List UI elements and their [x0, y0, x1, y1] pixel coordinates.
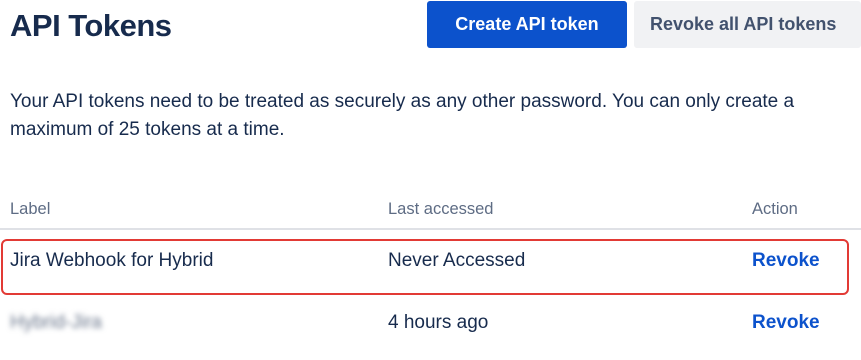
revoke-link[interactable]: Revoke	[752, 312, 820, 334]
table-row: Hybrid-Jira 4 hours ago Revoke	[0, 292, 861, 354]
token-last-accessed: Never Accessed	[388, 250, 526, 271]
column-header-label: Label	[10, 200, 51, 218]
column-header-last-accessed: Last accessed	[388, 200, 494, 218]
token-label: Hybrid-Jira	[10, 312, 102, 333]
token-last-accessed: 4 hours ago	[388, 312, 489, 333]
token-label: Jira Webhook for Hybrid	[10, 250, 214, 271]
intro-text: Your API tokens need to be treated as se…	[10, 91, 795, 140]
table-row: Jira Webhook for Hybrid Never Accessed R…	[0, 230, 861, 292]
revoke-all-api-tokens-button[interactable]: Revoke all API tokens	[634, 1, 861, 48]
revoke-link[interactable]: Revoke	[752, 250, 820, 272]
column-header-action: Action	[752, 200, 798, 218]
api-tokens-table: Label Last accessed Action Jira Webhook …	[0, 190, 861, 354]
create-api-token-button[interactable]: Create API token	[427, 1, 627, 48]
page-title: API Tokens	[10, 8, 172, 43]
table-header: Label Last accessed Action	[0, 190, 861, 230]
